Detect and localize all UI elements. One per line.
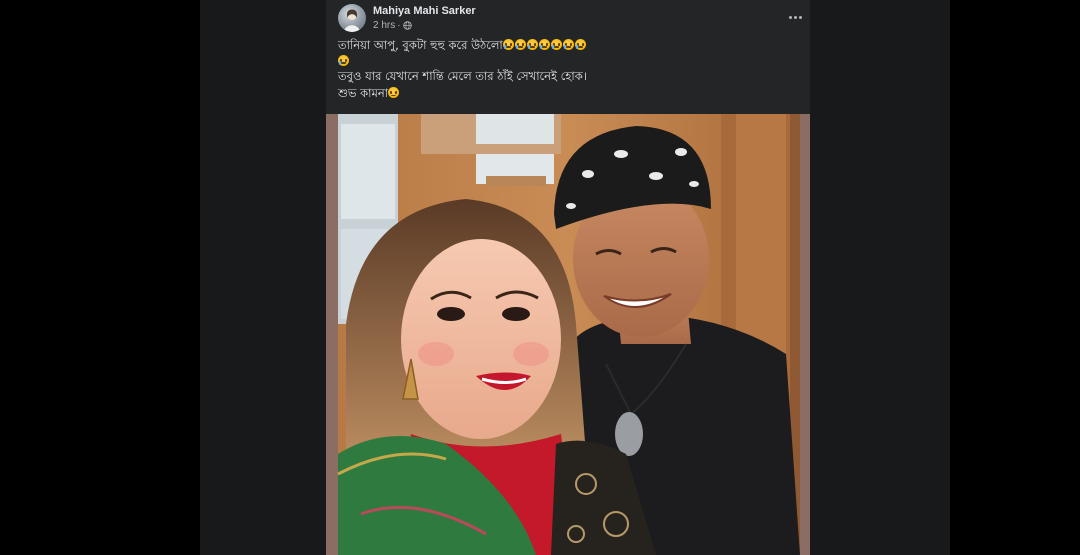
globe-icon[interactable] xyxy=(402,21,412,30)
post-line-1: তানিয়া আপু, বুকটা হুহু করে উঠলো xyxy=(338,38,798,54)
screen: Mahiya Mahi Sarker 2 hrs · তানিয়া আপু, … xyxy=(0,0,1080,555)
crying-face-icon xyxy=(514,39,526,50)
author-name-link[interactable]: Mahiya Mahi Sarker xyxy=(373,5,476,17)
post-line-2 xyxy=(338,54,798,70)
post-line-1-text: তানিয়া আপু, বুকটা হুহু করে উঠলো xyxy=(338,38,503,52)
sad-face-icon xyxy=(388,86,400,98)
post-card: Mahiya Mahi Sarker 2 hrs · তানিয়া আপু, … xyxy=(326,0,810,555)
post-photo[interactable] xyxy=(326,114,810,555)
post-timestamp[interactable]: 2 hrs xyxy=(373,20,395,31)
post-line-4: শুভ কামনা xyxy=(338,86,798,102)
post-message: তানিয়া আপু, বুকটা হুহু করে উঠলো তবুও যা… xyxy=(338,38,798,101)
crying-face-icon xyxy=(574,39,586,50)
more-options-button[interactable] xyxy=(784,10,806,24)
author-avatar[interactable] xyxy=(338,4,366,32)
crying-face-icon xyxy=(562,39,574,50)
crying-face-icon xyxy=(538,39,550,50)
post-meta: 2 hrs · xyxy=(373,20,412,31)
crying-face-icon xyxy=(526,39,538,50)
more-horizontal-icon xyxy=(788,15,792,19)
meta-separator: · xyxy=(397,20,401,31)
crying-face-icon xyxy=(502,39,514,50)
crying-face-icon xyxy=(550,39,562,50)
photo-image xyxy=(326,114,810,555)
post-line-4-text: শুভ কামনা xyxy=(338,85,389,100)
right-letterbox xyxy=(950,0,1080,555)
crying-face-icon xyxy=(338,54,349,66)
left-letterbox xyxy=(0,0,200,555)
post-header: Mahiya Mahi Sarker 2 hrs · xyxy=(336,4,802,34)
post-line-3: তবুও যার যেখানে শান্তি মেলে তার ঠাঁই সেখ… xyxy=(338,69,587,83)
avatar-image xyxy=(344,9,360,32)
